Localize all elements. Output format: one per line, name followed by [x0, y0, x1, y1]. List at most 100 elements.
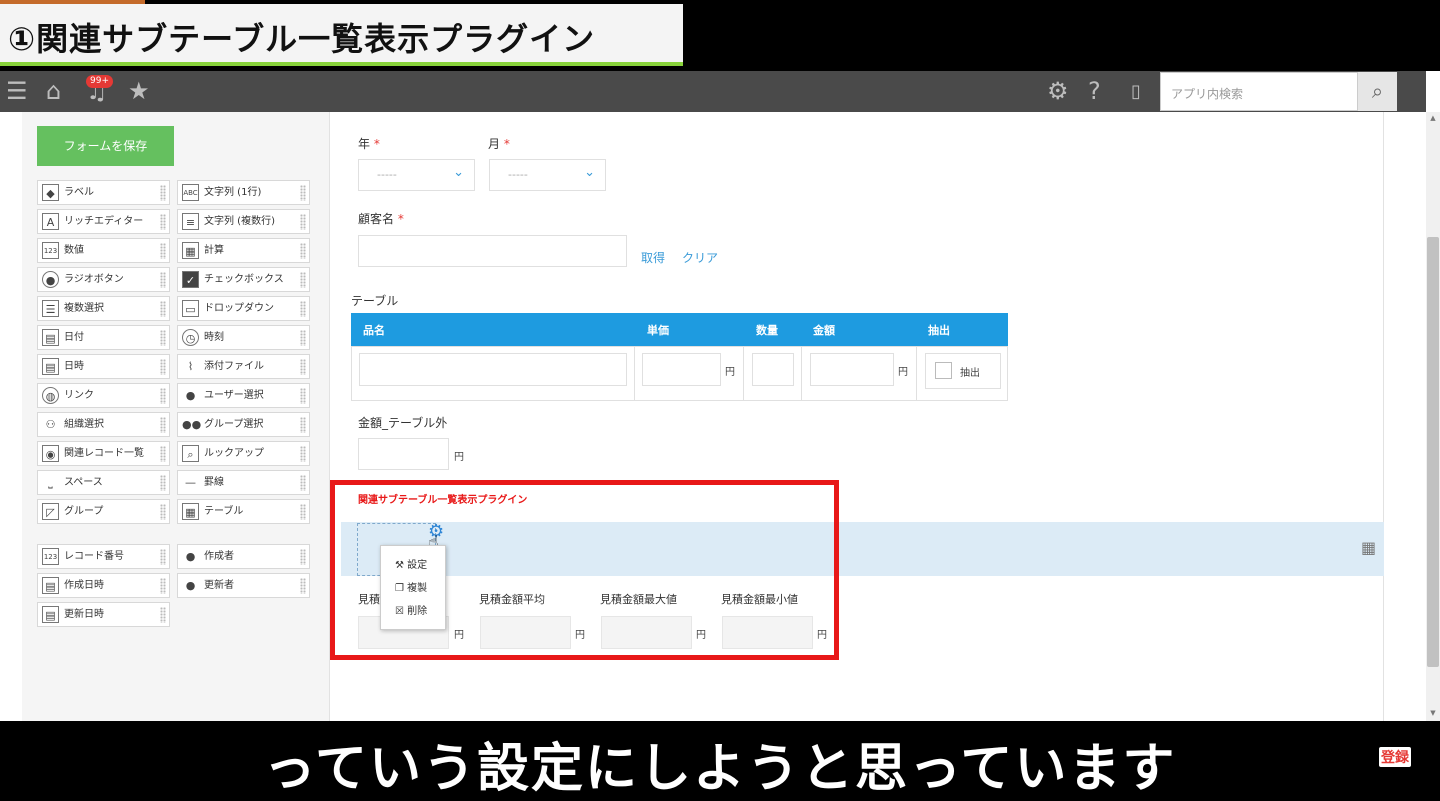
top-bar: ☰ ⌂ ♫ 99+ ★ ⚙ ? ▯ アプリ内検索 ⌕ — [0, 71, 1426, 112]
palette-user-select[interactable]: ● ユーザー選択 — [177, 383, 310, 408]
palette-text-multi[interactable]: ≡ 文字列 (複数行) — [177, 209, 310, 234]
palette-table[interactable]: ▦ テーブル — [177, 499, 310, 524]
video-subtitle: っていう設定にしようと思っています — [263, 739, 1177, 799]
register-badge: 登録 — [1379, 747, 1411, 767]
palette-lookup[interactable]: ⌕ ルックアップ — [177, 441, 310, 466]
star-icon[interactable]: ★ — [128, 71, 150, 112]
palette-attachment[interactable]: ⌇ 添付ファイル — [177, 354, 310, 379]
customer-label: 顧客名 * — [358, 212, 404, 226]
palette-updated-at[interactable]: ▤ 更新日時 — [37, 602, 170, 627]
palette-multi-select[interactable]: ☰ 複数選択 — [37, 296, 170, 321]
help-icon[interactable]: ? — [1088, 71, 1101, 112]
field-palette: フォームを保存 ◆ ラベル ABC 文字列 (1行) A リッチエディター ≡ 文字列 … — [22, 112, 330, 721]
globe-icon: ◍ — [42, 387, 59, 404]
quantity-input[interactable] — [752, 353, 794, 386]
col-extract: 抽出 — [928, 324, 950, 337]
clock-icon: ◷ — [182, 329, 199, 346]
line-icon: — — [185, 476, 196, 489]
palette-radio[interactable]: ● ラジオボタン — [37, 267, 170, 292]
calendar-icon: ▤ — [42, 358, 59, 375]
calendar-icon: ▤ — [42, 577, 59, 594]
paperclip-icon: ⌇ — [187, 360, 194, 373]
col-amount: 金額 — [813, 324, 835, 337]
palette-time[interactable]: ◷ 時刻 — [177, 325, 310, 350]
palette-datetime[interactable]: ▤ 日時 — [37, 354, 170, 379]
scroll-down-icon[interactable]: ▼ — [1427, 709, 1439, 717]
dropdown-icon: ▭ — [182, 300, 199, 317]
item-name-input[interactable] — [359, 353, 627, 386]
lookup-icon: ⌕ — [182, 445, 199, 462]
extract-checkbox[interactable] — [935, 362, 952, 379]
chevron-down-icon: ⌄ — [584, 165, 595, 180]
palette-group[interactable]: ◸ グループ — [37, 499, 170, 524]
scrollbar-thumb[interactable] — [1427, 237, 1439, 667]
palette-created-at[interactable]: ▤ 作成日時 — [37, 573, 170, 598]
video-title: ①関連サブテーブル一覧表示プラグイン — [8, 20, 596, 58]
table-label: テーブル — [351, 294, 399, 308]
extract-checkbox-label: 抽出 — [960, 368, 980, 379]
space-icon: ⎵ — [48, 476, 53, 489]
calculator-icon: ▦ — [182, 242, 199, 259]
palette-checkbox[interactable]: ✓ チェックボックス — [177, 267, 310, 292]
fetch-link[interactable]: 取得 — [641, 249, 665, 266]
highlight-frame — [330, 480, 839, 660]
multi-select-icon: ☰ — [42, 300, 59, 317]
palette-creator[interactable]: ● 作成者 — [177, 544, 310, 569]
amount-outside-yen: 円 — [454, 452, 464, 463]
home-icon[interactable]: ⌂ — [46, 71, 61, 112]
col-quantity: 数量 — [756, 324, 778, 337]
video-frame: ①関連サブテーブル一覧表示プラグイン ☰ ⌂ ♫ 99+ ★ ⚙ ? ▯ アプリ… — [0, 0, 1440, 799]
calendar-icon: ▤ — [42, 606, 59, 623]
rich-editor-icon: A — [42, 213, 59, 230]
palette-date[interactable]: ▤ 日付 — [37, 325, 170, 350]
palette-rich-editor[interactable]: A リッチエディター — [37, 209, 170, 234]
save-form-button[interactable]: フォームを保存 — [37, 126, 174, 166]
month-select[interactable]: ----- ⌄ — [489, 159, 606, 191]
notification-badge: 99+ — [86, 75, 113, 88]
checkbox-icon: ✓ — [182, 271, 199, 288]
palette-related-records[interactable]: ◉ 関連レコード一覧 — [37, 441, 170, 466]
clear-link[interactable]: クリア — [682, 249, 718, 266]
tag-icon: ◆ — [42, 184, 59, 201]
palette-group-select[interactable]: ●● グループ選択 — [177, 412, 310, 437]
user-icon: ● — [185, 550, 196, 563]
unit-price-input[interactable] — [642, 353, 721, 386]
palette-calc[interactable]: ▦ 計算 — [177, 238, 310, 263]
unit-price-yen: 円 — [725, 367, 735, 378]
amount-outside-input[interactable] — [358, 438, 449, 470]
number-icon: 123 — [42, 548, 59, 565]
month-label: 月 * — [488, 137, 510, 151]
gear-icon[interactable]: ⚙ — [1047, 71, 1069, 112]
mobile-icon[interactable]: ▯ — [1131, 71, 1141, 112]
year-label: 年 * — [358, 137, 380, 151]
palette-org-select[interactable]: ⚇ 組織選択 — [37, 412, 170, 437]
palette-text-single[interactable]: ABC 文字列 (1行) — [177, 180, 310, 205]
table-grid-icon[interactable]: ▦ — [1361, 538, 1376, 557]
year-select[interactable]: ----- ⌄ — [358, 159, 475, 191]
search-icon[interactable]: ⌕ — [1358, 72, 1397, 111]
palette-link[interactable]: ◍ リンク — [37, 383, 170, 408]
table-header: 品名 単価 数量 金額 抽出 — [351, 313, 1008, 346]
abc-icon: ABC — [182, 184, 199, 201]
customer-input[interactable] — [358, 235, 627, 267]
palette-line[interactable]: — 罫線 — [177, 470, 310, 495]
col-item-name: 品名 — [363, 324, 385, 337]
scroll-up-icon[interactable]: ▲ — [1427, 114, 1439, 122]
palette-space[interactable]: ⎵ スペース — [37, 470, 170, 495]
palette-record-number[interactable]: 123 レコード番号 — [37, 544, 170, 569]
user-icon: ● — [185, 389, 196, 402]
col-unit-price: 単価 — [647, 324, 669, 337]
title-banner: ①関連サブテーブル一覧表示プラグイン — [0, 0, 683, 66]
calendar-icon: ▤ — [42, 329, 59, 346]
palette-label[interactable]: ◆ ラベル — [37, 180, 170, 205]
palette-number[interactable]: 123 数値 — [37, 238, 170, 263]
title-accent — [0, 0, 145, 4]
search-input[interactable]: アプリ内検索 — [1160, 72, 1358, 111]
menu-icon[interactable]: ☰ — [6, 71, 28, 112]
palette-updater[interactable]: ● 更新者 — [177, 573, 310, 598]
palette-dropdown[interactable]: ▭ ドロップダウン — [177, 296, 310, 321]
amount-input[interactable] — [810, 353, 894, 386]
multiline-icon: ≡ — [182, 213, 199, 230]
group-box-icon: ◸ — [42, 503, 59, 520]
amount-outside-label: 金額_テーブル外 — [358, 416, 448, 430]
